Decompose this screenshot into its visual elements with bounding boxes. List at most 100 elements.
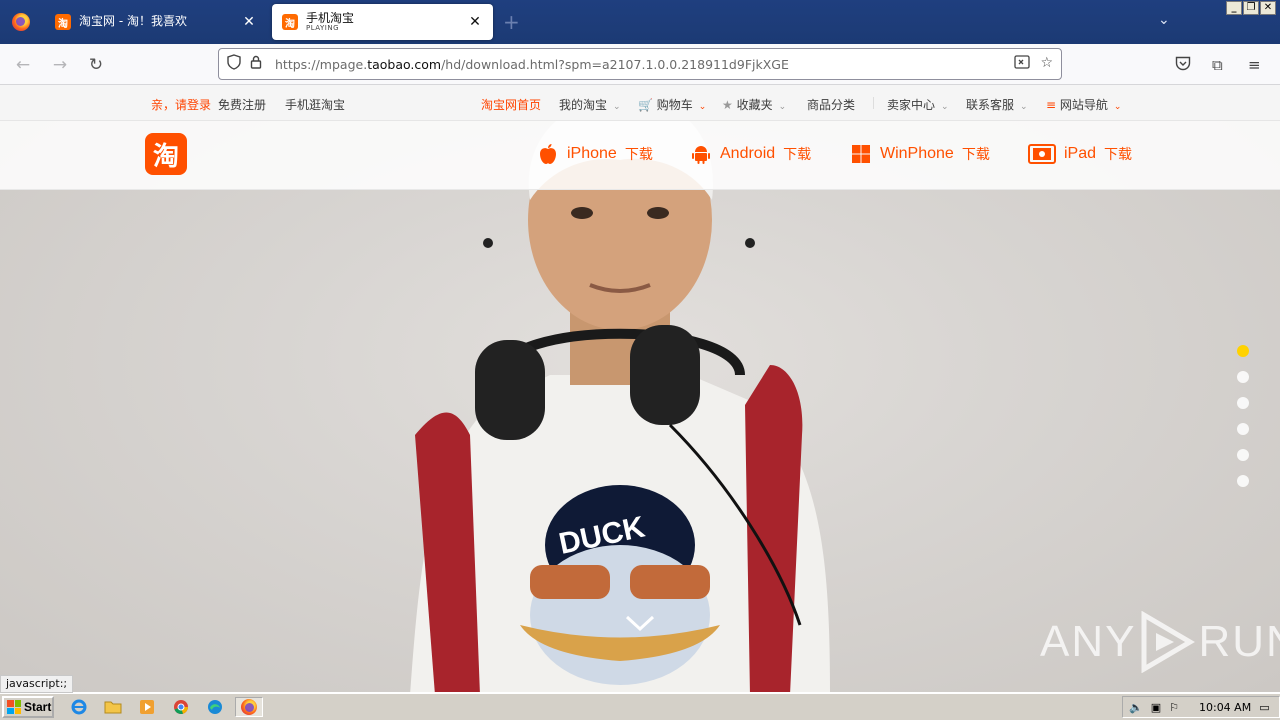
chevron-down-icon: ⌄ — [1020, 102, 1028, 112]
site-header: 淘 iPhone 下载 Android 下载 WinPhone 下载 iPad … — [0, 121, 1280, 190]
site-nav-menu[interactable]: ≡ 网站导航 ⌄ — [1046, 96, 1121, 113]
taobao-favicon-icon: 淘 — [55, 14, 71, 30]
bookmark-star-icon[interactable]: ☆ — [1040, 55, 1053, 73]
taobao-logo[interactable]: 淘 — [145, 133, 187, 175]
download-platform-label: iPad — [1064, 145, 1097, 162]
anyrun-watermark: ANY RUN — [1040, 609, 1280, 675]
slide-dot[interactable] — [1237, 475, 1249, 487]
list-all-tabs-chevron-icon[interactable]: ⌄ — [1158, 12, 1170, 28]
taobao-favicon-icon: 淘 — [282, 14, 298, 30]
tab-strip: 淘 淘宝网 - 淘！我喜欢 ✕ 淘 手机淘宝 PLAYING ✕ + ⌄ _ ❐… — [0, 0, 1280, 44]
extensions-puzzle-icon[interactable]: ⧉ — [1212, 56, 1223, 74]
reader-view-icon[interactable] — [1014, 55, 1031, 73]
minimize-button[interactable]: _ — [1226, 1, 1242, 15]
favorites-menu[interactable]: ★ 收藏夹 ⌄ — [722, 96, 786, 113]
customer-service-menu[interactable]: 联系客服 ⌄ — [966, 96, 1028, 113]
address-bar[interactable]: https://mpage.taobao.com/hd/download.htm… — [218, 48, 1062, 80]
slide-dot[interactable] — [1237, 423, 1249, 435]
chevron-down-icon: ⌄ — [1113, 102, 1122, 112]
reload-icon[interactable]: ↻ — [83, 52, 109, 78]
tab-taobao-home[interactable]: 淘 淘宝网 - 淘！我喜欢 ✕ — [45, 4, 267, 40]
pocket-icon[interactable] — [1175, 56, 1191, 75]
home-link[interactable]: 淘宝网首页 — [481, 96, 541, 113]
url-text[interactable]: https://mpage.taobao.com/hd/download.htm… — [275, 57, 1014, 72]
chevron-down-icon: ⌄ — [778, 102, 787, 112]
download-platform-label: Android — [720, 145, 776, 162]
firefox-icon — [241, 699, 257, 715]
mobile-taobao-link[interactable]: 手机逛淘宝 — [285, 96, 345, 113]
download-platform-label: WinPhone — [880, 145, 954, 162]
slide-dot[interactable] — [1237, 397, 1249, 409]
internet-explorer-icon[interactable] — [68, 697, 90, 717]
scroll-down-chevron-icon[interactable] — [624, 613, 656, 635]
tab-close-icon[interactable]: ✕ — [467, 14, 483, 30]
chevron-down-icon: ⌄ — [941, 102, 949, 112]
apple-icon — [537, 143, 559, 165]
ipad-icon — [1028, 143, 1056, 165]
restore-button[interactable]: ❐ — [1243, 1, 1259, 15]
watermark-right-text: RUN — [1198, 617, 1280, 666]
system-tray: 🔈 ▣ ⚐ 10:04 AM ▭ — [1122, 696, 1280, 718]
tab-title: 手机淘宝 — [306, 11, 355, 25]
seller-center-menu[interactable]: 卖家中心 ⌄ — [887, 96, 949, 113]
show-desktop-icon[interactable]: ▭ — [1259, 701, 1269, 714]
new-tab-plus-icon[interactable]: + — [503, 10, 520, 34]
login-link[interactable]: 亲，请登录 — [151, 96, 211, 113]
file-explorer-icon[interactable] — [102, 697, 124, 717]
start-button[interactable]: Start — [2, 696, 54, 718]
chevron-down-icon: ⌄ — [698, 102, 707, 112]
categories-link[interactable]: 商品分类 — [807, 96, 855, 113]
cart-menu[interactable]: 🛒 购物车 ⌄ — [638, 96, 706, 113]
iphone-download-link[interactable]: iPhone 下载 — [537, 143, 653, 165]
volume-icon[interactable]: 🔈 — [1129, 701, 1143, 714]
android-download-link[interactable]: Android 下载 — [690, 143, 811, 165]
download-suffix-label: 下载 — [961, 146, 990, 162]
favorites-label: 收藏夹 — [736, 98, 773, 112]
play-triangle-icon — [1141, 611, 1196, 673]
close-window-button[interactable]: ✕ — [1260, 1, 1276, 15]
firefox-logo-icon — [12, 13, 30, 31]
cart-icon: 🛒 — [638, 98, 653, 112]
tab-close-icon[interactable]: ✕ — [241, 14, 257, 30]
chevron-down-icon: ⌄ — [613, 102, 621, 112]
network-icon[interactable]: ▣ — [1151, 701, 1161, 714]
android-icon — [690, 143, 712, 165]
lock-icon[interactable] — [245, 55, 267, 73]
navigation-toolbar: ← → ↻ https://mpage.taobao.com/hd/downlo… — [0, 44, 1280, 85]
forward-arrow-icon[interactable]: → — [47, 52, 73, 78]
download-suffix-label: 下载 — [1104, 146, 1133, 162]
hamburger-menu-icon[interactable]: ≡ — [1248, 56, 1261, 74]
watermark-left-text: ANY — [1040, 617, 1137, 666]
download-platform-label: iPhone — [567, 145, 617, 162]
slide-dot[interactable] — [1237, 371, 1249, 383]
windows-icon — [850, 143, 872, 165]
star-icon: ★ — [722, 98, 733, 112]
hero-person-photo: DUCK — [410, 105, 830, 692]
download-suffix-label: 下载 — [624, 146, 653, 162]
seller-center-label: 卖家中心 — [887, 98, 936, 112]
tracking-shield-icon[interactable] — [223, 54, 245, 74]
chrome-icon[interactable] — [170, 697, 192, 717]
site-topbar: 亲，请登录 免费注册 手机逛淘宝 淘宝网首页 我的淘宝 ⌄ 🛒 购物车 ⌄ ★ 收藏… — [0, 85, 1280, 121]
back-arrow-icon[interactable]: ← — [10, 52, 36, 78]
firefox-taskbar-button[interactable] — [235, 697, 263, 717]
edge-icon[interactable] — [204, 697, 226, 717]
cart-label: 购物车 — [656, 98, 693, 112]
tab-mobile-taobao[interactable]: 淘 手机淘宝 PLAYING ✕ — [272, 4, 493, 40]
slide-pagination — [1237, 345, 1249, 487]
media-player-icon[interactable] — [136, 697, 158, 717]
customer-service-label: 联系客服 — [966, 98, 1015, 112]
my-taobao-menu[interactable]: 我的淘宝 ⌄ — [559, 96, 621, 113]
action-center-flag-icon[interactable]: ⚐ — [1169, 701, 1179, 714]
separator — [873, 97, 874, 109]
ipad-download-link[interactable]: iPad 下载 — [1028, 143, 1132, 165]
firefox-menu-button[interactable] — [0, 0, 42, 44]
winphone-download-link[interactable]: WinPhone 下载 — [850, 143, 990, 165]
status-bar-link-preview: javascript:; — [0, 675, 74, 693]
register-link[interactable]: 免费注册 — [218, 96, 266, 113]
list-icon: ≡ — [1046, 98, 1057, 112]
slide-dot[interactable] — [1237, 449, 1249, 461]
tab-title: 淘宝网 - 淘！我喜欢 — [79, 15, 187, 29]
slide-dot[interactable] — [1237, 345, 1249, 357]
clock[interactable]: 10:04 AM — [1199, 701, 1251, 714]
